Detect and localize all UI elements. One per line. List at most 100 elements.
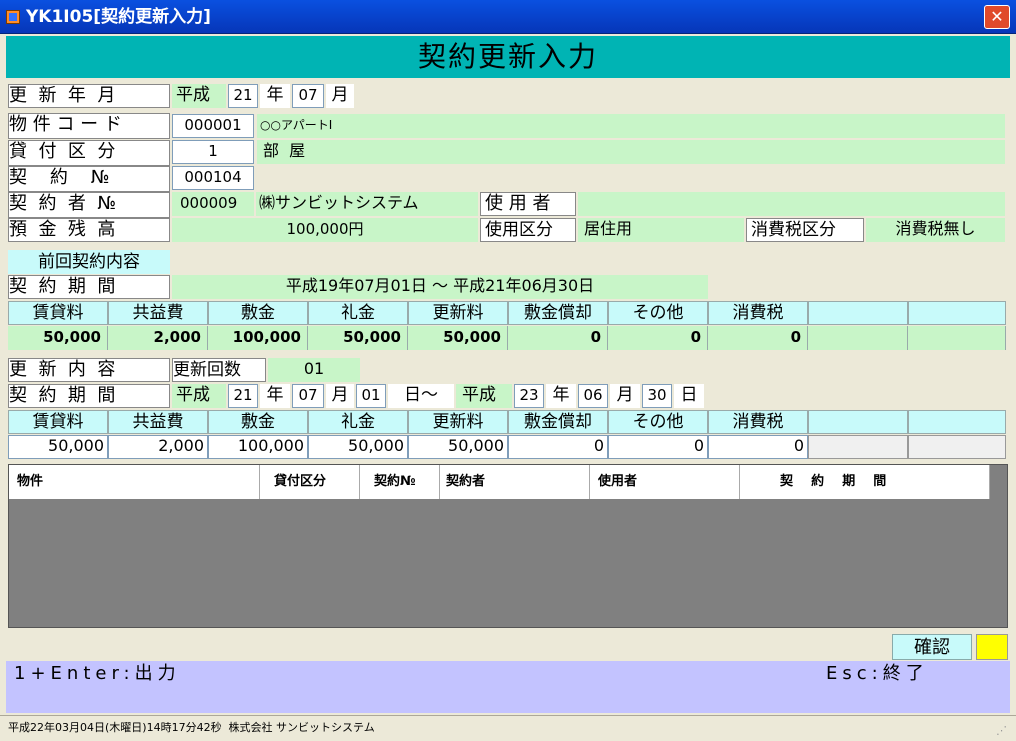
renew-to-era: 平成 <box>456 384 512 408</box>
renew-to-year-input[interactable]: 23 <box>514 384 544 408</box>
prev-header-9 <box>908 301 1006 325</box>
renew-header-0: 賃貸料 <box>8 410 108 434</box>
key-guide-exit: Esc:終了 <box>826 663 929 684</box>
key-guide-bar: 1+Enter:出力 Esc:終了 <box>6 661 1010 713</box>
grid-header-contractor[interactable]: 契約者 <box>440 465 590 499</box>
contract-number-input[interactable]: 000104 <box>172 166 254 190</box>
prev-header-7: 消費税 <box>708 301 808 325</box>
prev-value-5: 0 <box>508 326 608 350</box>
renew-header-4: 更新料 <box>408 410 508 434</box>
renew-to-year-unit: 年 <box>546 384 576 408</box>
renew-from-month-input[interactable]: 07 <box>292 384 324 408</box>
prev-value-1: 2,000 <box>108 326 208 350</box>
renew-amount-disabled-8 <box>808 435 908 459</box>
renew-amount-input-7[interactable]: 0 <box>708 435 808 459</box>
resize-grip-icon[interactable]: ⋰ <box>996 724 1010 738</box>
close-icon: ✕ <box>990 7 1004 26</box>
prev-header-5: 敷金償却 <box>508 301 608 325</box>
renew-header-7: 消費税 <box>708 410 808 434</box>
lease-type-name: 部 屋 <box>257 140 1005 164</box>
usage-type-value: 居住用 <box>578 218 744 242</box>
property-code-input[interactable]: 000001 <box>172 114 254 138</box>
contractor-number: 000009 <box>172 192 254 216</box>
prev-value-7: 0 <box>708 326 808 350</box>
renew-amount-input-6[interactable]: 0 <box>608 435 708 459</box>
grid-header-user[interactable]: 使用者 <box>590 465 740 499</box>
renew-amount-input-3[interactable]: 50,000 <box>308 435 408 459</box>
prev-value-3: 50,000 <box>308 326 408 350</box>
renew-period-label: 契 約 期 間 <box>8 384 170 408</box>
page-title: 契約更新入力 <box>417 40 598 73</box>
status-bar: 平成22年03月04日(木曜日)14時17分42秒 株式会社 サンビットシステム… <box>0 715 1016 741</box>
renewal-year-input[interactable]: 21 <box>228 84 258 108</box>
renewal-year-unit: 年 <box>260 84 290 108</box>
prev-header-1: 共益費 <box>108 301 208 325</box>
grid-header-property[interactable]: 物件 <box>9 465 260 499</box>
confirm-button[interactable]: 確認 <box>892 634 972 660</box>
renew-from-year-unit: 年 <box>260 384 290 408</box>
renew-header-6: その他 <box>608 410 708 434</box>
renew-to-day-input[interactable]: 30 <box>642 384 672 408</box>
window-title: YK1I05[契約更新入力] <box>26 7 211 27</box>
renew-from-era: 平成 <box>172 384 226 408</box>
prev-contract-title: 前回契約内容 <box>8 250 170 274</box>
grid-header-period[interactable]: 契 約 期 間 <box>740 465 990 499</box>
renew-header-8 <box>808 410 908 434</box>
grid-header-contract-no[interactable]: 契約№ <box>360 465 440 499</box>
renewal-month-unit: 月 <box>326 84 354 108</box>
prev-value-8 <box>808 326 908 350</box>
prev-header-3: 礼金 <box>308 301 408 325</box>
prev-header-4: 更新料 <box>408 301 508 325</box>
renew-from-year-input[interactable]: 21 <box>228 384 258 408</box>
renewal-month-input[interactable]: 07 <box>292 84 324 108</box>
renewal-month-label: 更 新 年 月 <box>8 84 170 108</box>
prev-header-8 <box>808 301 908 325</box>
prev-period-value: 平成19年07月01日 ～ 平成21年06月30日 <box>172 275 708 299</box>
prev-value-4: 50,000 <box>408 326 508 350</box>
renew-to-month-input[interactable]: 06 <box>578 384 608 408</box>
status-text: 平成22年03月04日(木曜日)14時17分42秒 株式会社 サンビットシステム <box>8 721 375 734</box>
renew-header-2: 敷金 <box>208 410 308 434</box>
prev-value-2: 100,000 <box>208 326 308 350</box>
renew-header-3: 礼金 <box>308 410 408 434</box>
lease-type-input[interactable]: 1 <box>172 140 254 164</box>
renew-day-separator: 日～ <box>388 384 454 408</box>
close-button[interactable]: ✕ <box>984 5 1010 29</box>
contractor-name: ㈱サンビットシステム <box>256 192 478 216</box>
user-value <box>578 192 1005 216</box>
page-header: 契約更新入力 <box>6 36 1010 78</box>
renew-amount-input-1[interactable]: 2,000 <box>108 435 208 459</box>
renew-amount-input-0[interactable]: 50,000 <box>8 435 108 459</box>
renew-count-value: 01 <box>268 358 360 382</box>
prev-value-9 <box>908 326 1006 350</box>
user-label: 使 用 者 <box>480 192 576 216</box>
app-icon <box>6 10 20 24</box>
renew-header-1: 共益費 <box>108 410 208 434</box>
renew-to-month-unit: 月 <box>610 384 640 408</box>
renew-content-label: 更 新 内 容 <box>8 358 170 382</box>
contracts-grid[interactable]: 物件 貸付区分 契約№ 契約者 使用者 契 約 期 間 <box>8 464 1008 628</box>
prev-value-6: 0 <box>608 326 708 350</box>
contract-number-label: 契 約 № <box>8 166 170 192</box>
renew-header-5: 敷金償却 <box>508 410 608 434</box>
renew-from-day-input[interactable]: 01 <box>356 384 386 408</box>
renewal-era: 平成 <box>172 84 226 108</box>
renew-to-day-unit: 日 <box>674 384 704 408</box>
renew-amount-input-2[interactable]: 100,000 <box>208 435 308 459</box>
contractor-number-label: 契 約 者 № <box>8 192 170 218</box>
confirm-indicator <box>976 634 1008 660</box>
deposit-balance-value: 100,000円 <box>172 218 478 242</box>
tax-type-label: 消費税区分 <box>746 218 864 242</box>
deposit-balance-label: 預 金 残 高 <box>8 218 170 242</box>
window-titlebar: YK1I05[契約更新入力] ✕ <box>0 0 1016 34</box>
renew-from-month-unit: 月 <box>326 384 354 408</box>
usage-type-label: 使用区分 <box>480 218 576 242</box>
renew-amount-disabled-9 <box>908 435 1006 459</box>
grid-header-lease-type[interactable]: 貸付区分 <box>260 465 360 499</box>
renew-amount-input-5[interactable]: 0 <box>508 435 608 459</box>
lease-type-label: 貸 付 区 分 <box>8 140 170 166</box>
prev-header-2: 敷金 <box>208 301 308 325</box>
prev-header-6: その他 <box>608 301 708 325</box>
renew-amount-input-4[interactable]: 50,000 <box>408 435 508 459</box>
prev-period-label: 契 約 期 間 <box>8 275 170 299</box>
